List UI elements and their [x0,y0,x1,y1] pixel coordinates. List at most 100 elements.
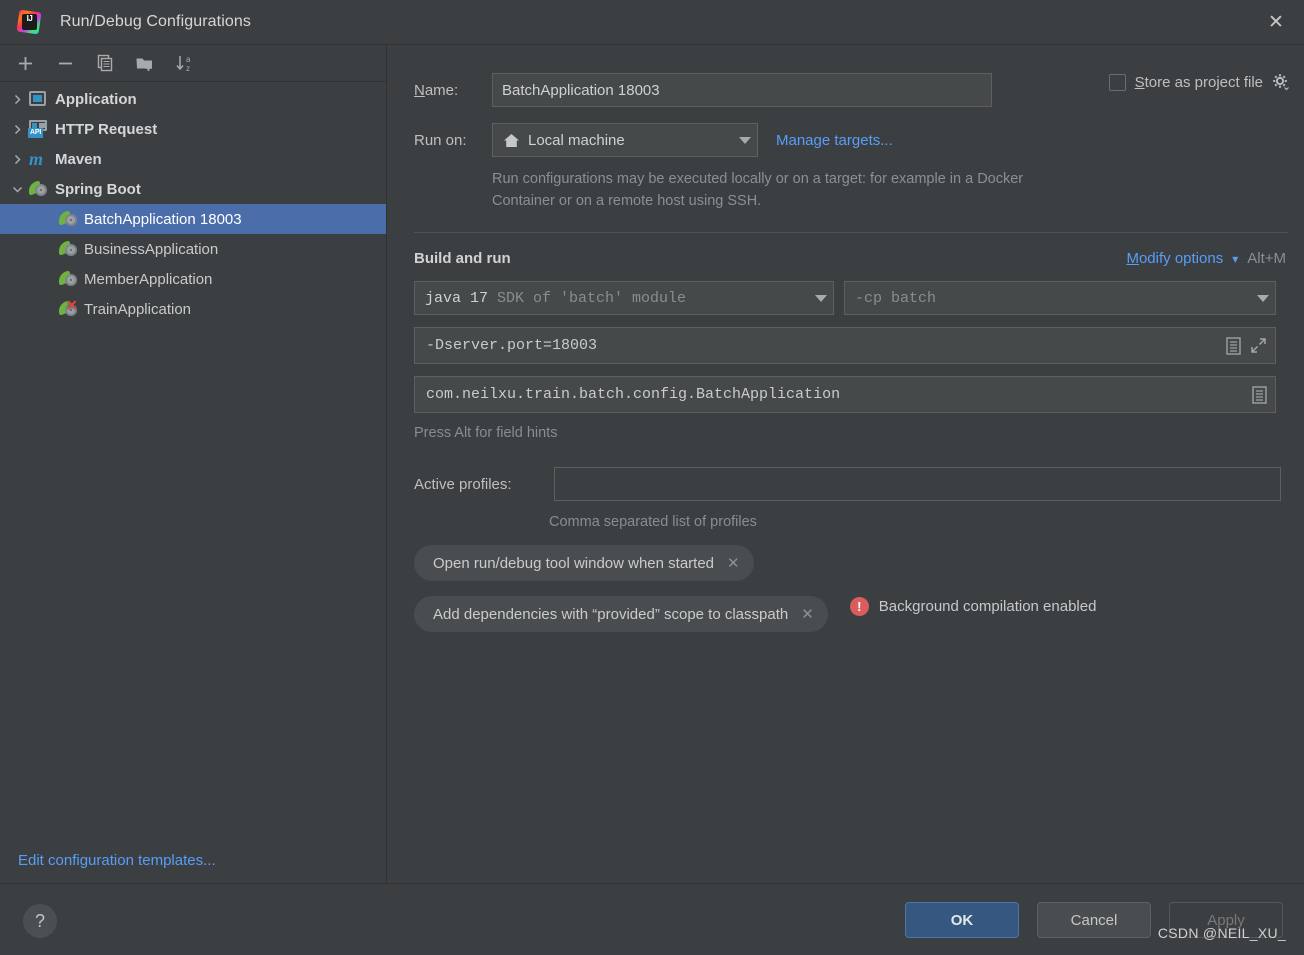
classpath-dropdown[interactable]: -cp batch [844,281,1276,315]
chevron-right-icon[interactable] [6,148,28,170]
svg-text:a: a [186,55,191,64]
document-icon[interactable] [1226,336,1241,355]
error-circle-icon: ! [849,597,869,616]
cancel-button[interactable]: Cancel [1037,902,1151,938]
minus-icon[interactable] [50,49,80,77]
plus-icon[interactable] [10,49,40,77]
chevron-down-icon: ▾ [1232,251,1239,266]
press-alt-hint: Press Alt for field hints [414,425,558,441]
chip-add-provided-dependencies[interactable]: Add dependencies with “provided” scope t… [414,596,828,632]
intellij-idea-logo: IJ [16,9,42,35]
active-profiles-hint: Comma separated list of profiles [549,514,757,530]
home-icon [503,133,520,148]
ok-button[interactable]: OK [905,902,1019,938]
dialog-title: Run/Debug Configurations [60,13,251,30]
store-as-project-file-label: Store as project file [1134,73,1263,91]
store-as-project-file-checkbox[interactable] [1108,73,1126,91]
sdk-value-detail: SDK of 'batch' module [497,289,687,307]
configuration-editor-panel: Name: Store as project file Run on: [388,45,1304,883]
build-and-run-title: Build and run [414,250,511,267]
sidebar-item-http-request[interactable]: API HTTP Request [0,114,386,144]
chevron-down-icon [739,136,751,144]
sidebar-item-label: Application [55,90,137,108]
vm-options-field[interactable]: -Dserver.port=18003 [414,327,1276,364]
apply-button: Apply [1169,902,1283,938]
run-debug-configurations-dialog: IJ Run/Debug Configurations ✕ a z Applic… [0,0,1304,955]
sidebar-item-businessapplication[interactable]: BusinessApplication [0,234,386,264]
sidebar-item-label: Maven [55,150,102,168]
sidebar-item-label: BatchApplication 18003 [84,210,242,228]
modify-options-shortcut: Alt+M [1247,250,1286,267]
http-request-icon: API [28,119,50,139]
sidebar-item-label: HTTP Request [55,120,158,138]
jre-dropdown[interactable]: java 17 SDK of 'batch' module [414,281,834,315]
sidebar-item-label: MemberApplication [84,270,213,288]
main-class-value: com.neilxu.train.batch.config.BatchAppli… [426,386,841,403]
sidebar-item-trainapplication[interactable]: ✕ TrainApplication [0,294,386,324]
run-on-dropdown[interactable]: Local machine [492,123,758,157]
application-icon [28,89,50,109]
folder-add-icon[interactable] [130,49,160,77]
run-on-row: Run on: Local machine Manage targets... [414,123,1290,157]
spring-boot-icon [56,269,80,289]
spring-boot-icon [26,179,50,199]
chip-row-2: Add dependencies with “provided” scope t… [414,581,1290,632]
sidebar-item-application[interactable]: Application [0,84,386,114]
store-as-project-file-row[interactable]: Store as project file [1108,73,1290,91]
chevron-down-icon [1257,294,1269,302]
sidebar-item-label: TrainApplication [84,300,191,318]
expand-icon[interactable] [1250,337,1267,354]
sidebar-toolbar: a z [0,45,386,82]
vm-options-value: -Dserver.port=18003 [426,337,598,354]
main-class-field[interactable]: com.neilxu.train.batch.config.BatchAppli… [414,376,1276,413]
chevron-right-icon[interactable] [6,118,28,140]
chevron-down-icon [815,294,827,302]
chip-label: Add dependencies with “provided” scope t… [433,605,789,623]
run-on-value: Local machine [528,131,625,149]
sidebar-item-batchapplication-18003[interactable]: BatchApplication 18003 [0,204,386,234]
name-label: Name: [414,81,459,99]
gear-icon[interactable] [1272,73,1290,91]
spring-boot-icon [56,239,80,259]
manage-targets-link[interactable]: Manage targets... [776,132,893,149]
chip-row-1: Open run/debug tool window when started … [414,530,1290,581]
active-profiles-row: Active profiles: [414,467,1290,501]
name-input[interactable] [492,73,992,107]
sidebar-item-memberapplication[interactable]: MemberApplication [0,264,386,294]
classpath-value: -cp batch [855,289,937,307]
chip-open-run-debug-tool-window[interactable]: Open run/debug tool window when started … [414,545,754,581]
chevron-right-icon[interactable] [6,88,28,110]
error-x-icon: ✕ [66,297,78,313]
sidebar-item-spring-boot[interactable]: Spring Boot [0,174,386,204]
maven-icon: m [29,149,44,169]
sidebar-item-label: BusinessApplication [84,240,219,258]
configurations-tree: Application API HTTP Request m Maven Spr… [0,82,386,324]
sidebar-item-label: Spring Boot [55,180,141,198]
modify-options-link[interactable]: Modify options [1126,250,1223,267]
chip-label: Open run/debug tool window when started [433,554,715,572]
copy-icon[interactable] [90,49,120,77]
close-icon[interactable]: ✕ [727,554,740,572]
sidebar-item-maven[interactable]: m Maven [0,144,386,174]
run-on-hint: Run configurations may be executed local… [492,171,1024,209]
svg-text:z: z [186,64,190,73]
close-icon[interactable]: ✕ [1248,0,1304,44]
sdk-value: java 17 [425,289,489,307]
sort-az-icon[interactable]: a z [170,49,200,77]
configurations-sidebar: a z Application API HTTP Request m Maven… [0,45,387,883]
sdk-classpath-row: java 17 SDK of 'batch' module -cp batch [414,281,1290,315]
edit-configuration-templates-link[interactable]: Edit configuration templates... [18,852,216,869]
active-profiles-input[interactable] [554,467,1281,501]
section-divider [414,232,1288,233]
document-icon[interactable] [1252,385,1267,404]
spring-boot-icon [56,209,80,229]
close-icon[interactable]: ✕ [801,605,814,623]
help-button[interactable]: ? [23,904,57,938]
build-and-run-header: Build and run Modify options ▾ Alt+M [414,250,1290,267]
dialog-footer: ? OK Cancel Apply CSDN @NEIL_XU_ [0,883,1304,955]
background-compilation-warning: Background compilation enabled [878,598,1097,615]
chevron-down-icon[interactable] [6,178,28,200]
run-on-label: Run on: [414,131,467,149]
dialog-titlebar: IJ Run/Debug Configurations ✕ [0,0,1304,45]
active-profiles-label: Active profiles: [414,475,512,493]
